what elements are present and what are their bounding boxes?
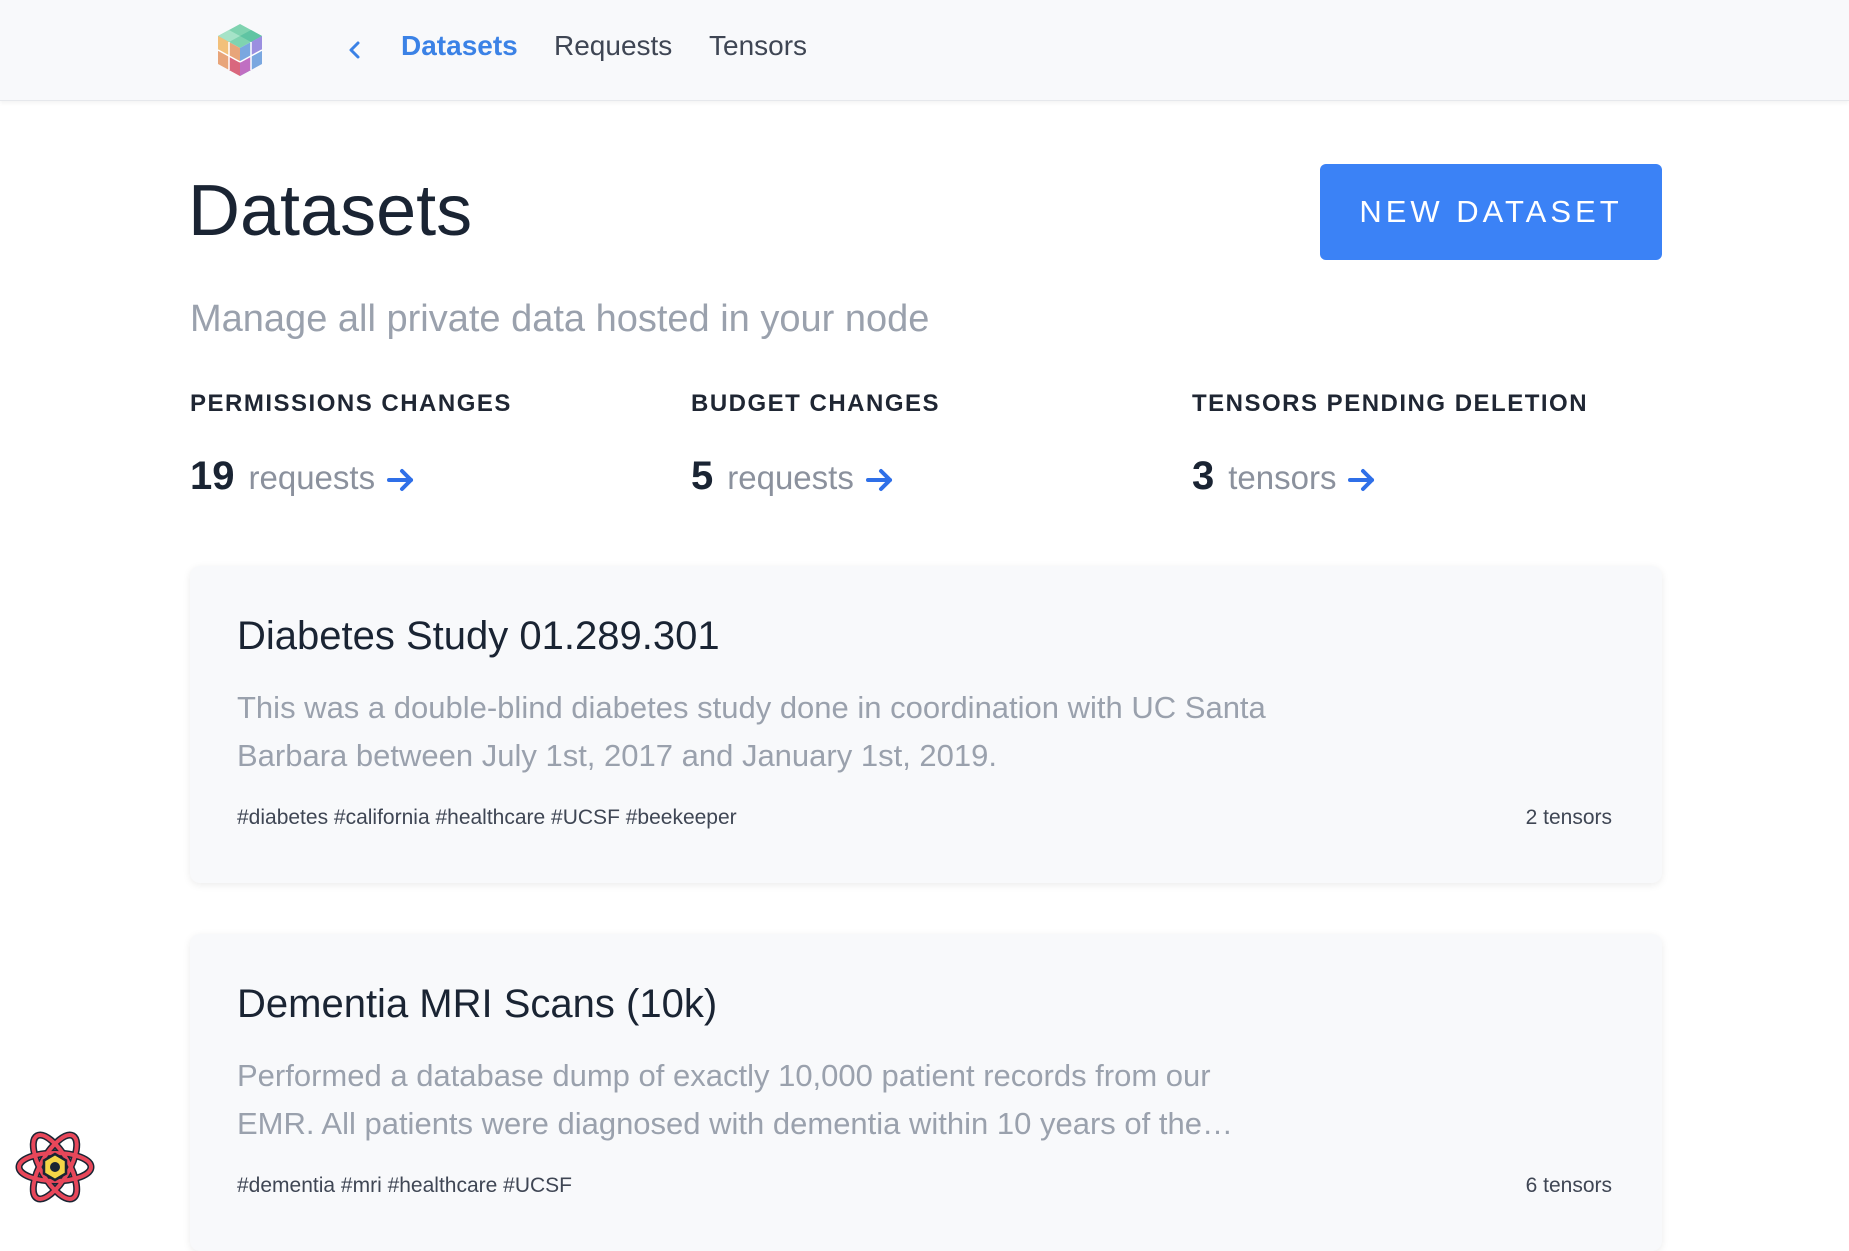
nav-link-requests[interactable]: Requests <box>554 30 672 62</box>
stat-tensors-pending-deletion: TENSORS PENDING DELETION 3 tensors <box>1192 390 1672 499</box>
stat-permissions-changes: PERMISSIONS CHANGES 19 requests <box>190 390 670 499</box>
stat-number: 5 <box>691 454 714 498</box>
dataset-description: Performed a database dump of exactly 10,… <box>237 1058 1233 1141</box>
react-devtools-icon[interactable] <box>14 1126 96 1208</box>
stat-budget-changes: BUDGET CHANGES 5 requests <box>691 390 1171 499</box>
dataset-tensor-count: 2 tensors <box>1525 806 1612 829</box>
arrow-right-icon[interactable] <box>385 464 417 496</box>
stat-unit: requests <box>727 459 854 496</box>
dataset-tensor-count: 6 tensors <box>1525 1174 1612 1197</box>
dataset-card[interactable]: Diabetes Study 01.289.301 This was a dou… <box>190 566 1662 883</box>
stat-label: BUDGET CHANGES <box>691 390 941 417</box>
stat-value-link[interactable]: 3 tensors <box>1192 454 1672 499</box>
stat-value-link[interactable]: 5 requests <box>691 454 1171 499</box>
page-subtitle: Manage all private data hosted in your n… <box>190 298 930 340</box>
stat-unit: requests <box>248 459 376 496</box>
new-dataset-button[interactable]: NEW DATASET <box>1320 164 1662 260</box>
cube-logo-icon[interactable] <box>214 22 266 78</box>
nav-link-tensors[interactable]: Tensors <box>709 30 807 62</box>
dataset-tags: #diabetes #california #healthcare #UCSF … <box>237 806 737 829</box>
stat-number: 3 <box>1192 454 1215 498</box>
stat-value-link[interactable]: 19 requests <box>190 454 670 499</box>
dataset-title: Diabetes Study 01.289.301 <box>237 614 720 658</box>
dataset-description: This was a double-blind diabetes study d… <box>237 690 1266 773</box>
stat-number: 19 <box>190 454 235 498</box>
chevron-left-icon[interactable] <box>345 36 363 64</box>
top-navbar: Datasets Requests Tensors <box>0 0 1849 101</box>
page-title: Datasets <box>188 171 473 251</box>
dataset-tags: #dementia #mri #healthcare #UCSF <box>237 1174 572 1197</box>
stat-label: PERMISSIONS CHANGES <box>190 390 512 417</box>
nav-link-datasets[interactable]: Datasets <box>401 30 518 62</box>
dataset-card[interactable]: Dementia MRI Scans (10k) Performed a dat… <box>190 934 1662 1251</box>
stat-label: TENSORS PENDING DELETION <box>1192 390 1589 417</box>
dataset-title: Dementia MRI Scans (10k) <box>237 982 718 1026</box>
arrow-right-icon[interactable] <box>1346 464 1378 496</box>
stat-unit: tensors <box>1228 459 1337 496</box>
arrow-right-icon[interactable] <box>864 464 896 496</box>
